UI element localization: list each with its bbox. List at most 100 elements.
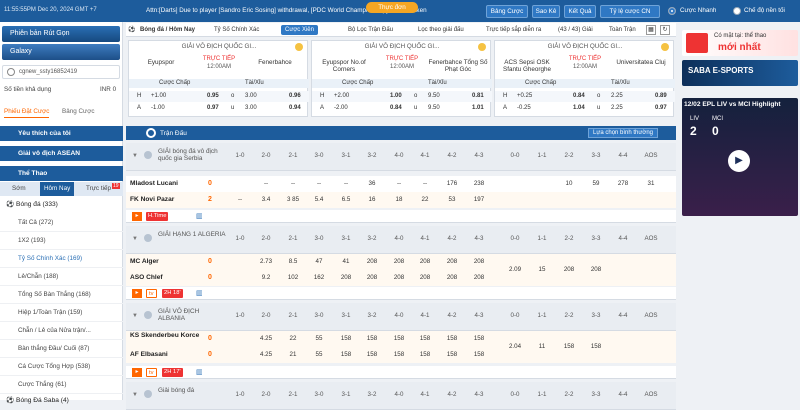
- promo-banner-new[interactable]: Có mặt tại: thể thao mới nhất: [682, 30, 798, 56]
- odds-cell[interactable]: 158: [439, 351, 465, 358]
- odds-cell[interactable]: 2.04: [502, 343, 528, 350]
- grid-view-icon[interactable]: ▦: [646, 25, 656, 35]
- odds-cell[interactable]: 4.25: [253, 335, 279, 342]
- market-mix-parlay[interactable]: Cá Cược Tổng Hợp (538): [0, 358, 123, 376]
- market-odd-even[interactable]: Lẻ/Chẵn (188): [0, 268, 123, 286]
- odds-cell[interactable]: 158: [386, 335, 412, 342]
- odds-cell[interactable]: 208: [359, 258, 385, 265]
- odds-cell[interactable]: 9.2: [253, 274, 279, 281]
- odds-cell[interactable]: --: [227, 196, 253, 203]
- tab-early[interactable]: Sớm: [12, 185, 26, 192]
- featured-match-card[interactable]: GIẢI VÔ ĐỊCH QUỐC GI... ACS Sepsi OSK Sfa…: [494, 40, 675, 117]
- collapse-icon[interactable]: ▼: [132, 313, 138, 319]
- odds-cell[interactable]: 4.25: [253, 351, 279, 358]
- promo-banner-saba[interactable]: SABA E-SPORTS: [682, 60, 798, 86]
- odds-cell[interactable]: 208: [439, 274, 465, 281]
- saba-football-item[interactable]: ⚽ Bóng Đá Saba (4): [6, 396, 69, 404]
- menu-button[interactable]: Thực đơn: [366, 2, 418, 13]
- sports-header[interactable]: Thể Thao: [0, 166, 123, 181]
- market-first-last-goal[interactable]: Bàn thắng Đầu/ Cuối (87): [0, 340, 123, 358]
- match-stats-icon[interactable]: ▸: [132, 368, 142, 377]
- card-odds-cell[interactable]: 1.01: [472, 105, 484, 111]
- league-count[interactable]: (43 / 43) Giải: [558, 25, 593, 35]
- refresh-icon[interactable]: ↻: [660, 25, 670, 35]
- card-odds-cell[interactable]: 0.95: [207, 93, 219, 99]
- odds-cell[interactable]: 162: [306, 274, 332, 281]
- collapse-icon[interactable]: ▼: [132, 236, 138, 242]
- odds-cell[interactable]: --: [386, 180, 412, 187]
- period-select[interactable]: Toàn Trận: [609, 25, 636, 35]
- card-odds-cell[interactable]: 0.81: [472, 93, 484, 99]
- odds-cell[interactable]: 3.4: [253, 196, 279, 203]
- league-header[interactable]: ▼ GIẢI HẠNG 1 ALGERIA 1-0 2-0 2-1 3-0 3-1 3-2 4-…: [126, 226, 676, 254]
- odds-type-select[interactable]: Tỷ lệ cược CN: [600, 5, 660, 18]
- odds-cell[interactable]: 158: [439, 335, 465, 342]
- card-odds-cell[interactable]: 0.84: [573, 93, 585, 99]
- card-odds-cell[interactable]: 0.97: [655, 105, 667, 111]
- compact-version-button[interactable]: Phiên bản Rút Gọn: [2, 26, 120, 42]
- odds-cell[interactable]: 158: [583, 343, 609, 350]
- league-header[interactable]: ▼ Giải bóng đá 1-0 2-0 2-1 3-0 3-1 3-2 4-0 4-1 4-2…: [126, 382, 676, 410]
- tab-bet-table[interactable]: Bảng Cược: [62, 108, 95, 115]
- quick-bet-toggle[interactable]: [668, 7, 676, 15]
- odds-cell[interactable]: 158: [466, 351, 492, 358]
- odds-cell[interactable]: 31: [638, 180, 664, 187]
- stats-chart-icon[interactable]: ▥: [196, 368, 203, 376]
- market-correct-score[interactable]: Tỷ Số Chính Xác (169): [0, 250, 123, 268]
- stats-chart-icon[interactable]: ▥: [196, 289, 203, 297]
- odds-cell[interactable]: 16: [359, 196, 385, 203]
- market-total-goals[interactable]: Tổng Số Bàn Thắng (168): [0, 286, 123, 304]
- parlay-button[interactable]: Cược Xiên: [281, 25, 318, 35]
- odds-cell[interactable]: 10: [556, 180, 582, 187]
- highlight-video[interactable]: 12/02 EPL LIV vs MCI Highlight LIV MCI 2…: [682, 98, 798, 216]
- odds-cell[interactable]: 158: [359, 335, 385, 342]
- odds-cell[interactable]: 278: [610, 180, 636, 187]
- odds-cell[interactable]: 41: [333, 258, 359, 265]
- odds-cell[interactable]: 208: [466, 258, 492, 265]
- dark-mode-toggle[interactable]: [733, 7, 741, 15]
- stats-chart-icon[interactable]: ▥: [196, 212, 203, 220]
- odds-cell[interactable]: --: [412, 180, 438, 187]
- odds-cell[interactable]: 47: [306, 258, 332, 265]
- odds-cell[interactable]: 15: [529, 266, 555, 273]
- odds-cell[interactable]: 208: [386, 258, 412, 265]
- market-1x2[interactable]: 1X2 (193): [0, 232, 123, 250]
- upcoming-filter-select[interactable]: Trực tiếp sắp diễn ra: [486, 25, 541, 35]
- star-icon[interactable]: [144, 234, 152, 242]
- odds-cell[interactable]: 158: [333, 351, 359, 358]
- featured-match-card[interactable]: GIẢI VÔ ĐỊCH QUỐC GI... Eyupspor No.of Co…: [311, 40, 492, 117]
- play-icon[interactable]: ▶: [728, 150, 750, 172]
- collapse-icon[interactable]: ▼: [132, 392, 138, 398]
- odds-cell[interactable]: 158: [333, 335, 359, 342]
- live-tv-icon[interactable]: tv: [146, 289, 157, 298]
- market-select[interactable]: Tỷ Số Chính Xác: [214, 25, 259, 35]
- match-stats-icon[interactable]: ▸: [132, 289, 142, 298]
- card-odds-cell[interactable]: 1.04: [573, 105, 585, 111]
- odds-cell[interactable]: 21: [280, 351, 306, 358]
- odds-cell[interactable]: 11: [529, 343, 555, 350]
- odds-cell[interactable]: 158: [412, 351, 438, 358]
- odds-cell[interactable]: 102: [280, 274, 306, 281]
- odds-cell[interactable]: 158: [386, 351, 412, 358]
- favorites-header[interactable]: Yêu thích của tôi: [0, 126, 123, 141]
- card-odds-cell[interactable]: 0.84: [390, 105, 402, 111]
- odds-cell[interactable]: 158: [556, 343, 582, 350]
- live-tv-icon[interactable]: tv: [146, 368, 157, 377]
- odds-cell[interactable]: 158: [359, 351, 385, 358]
- football-item[interactable]: ⚽ Bóng đá (333): [6, 200, 58, 208]
- star-icon[interactable]: [144, 390, 152, 398]
- market-ht-ft[interactable]: Hiệp 1/Toàn Trận (159): [0, 304, 123, 322]
- odds-cell[interactable]: 208: [359, 274, 385, 281]
- league-header[interactable]: ▼ GIẢI VÔ ĐỊCH ALBANIA 1-0 2-0 2-1 3-0 3-1 3-2 4…: [126, 303, 676, 331]
- star-icon[interactable]: [144, 311, 152, 319]
- odds-cell[interactable]: 208: [412, 258, 438, 265]
- match-stats-icon[interactable]: ▸: [132, 212, 142, 221]
- star-icon[interactable]: [144, 151, 152, 159]
- odds-cell[interactable]: --: [280, 180, 306, 187]
- collapse-icon[interactable]: ▼: [132, 153, 138, 159]
- odds-cell[interactable]: 158: [412, 335, 438, 342]
- odds-cell[interactable]: 238: [466, 180, 492, 187]
- match-filter-select[interactable]: Bộ Lọc Trận Đấu: [348, 25, 393, 35]
- market-all[interactable]: Tất Cả (272): [0, 214, 123, 232]
- odds-cell[interactable]: 55: [306, 351, 332, 358]
